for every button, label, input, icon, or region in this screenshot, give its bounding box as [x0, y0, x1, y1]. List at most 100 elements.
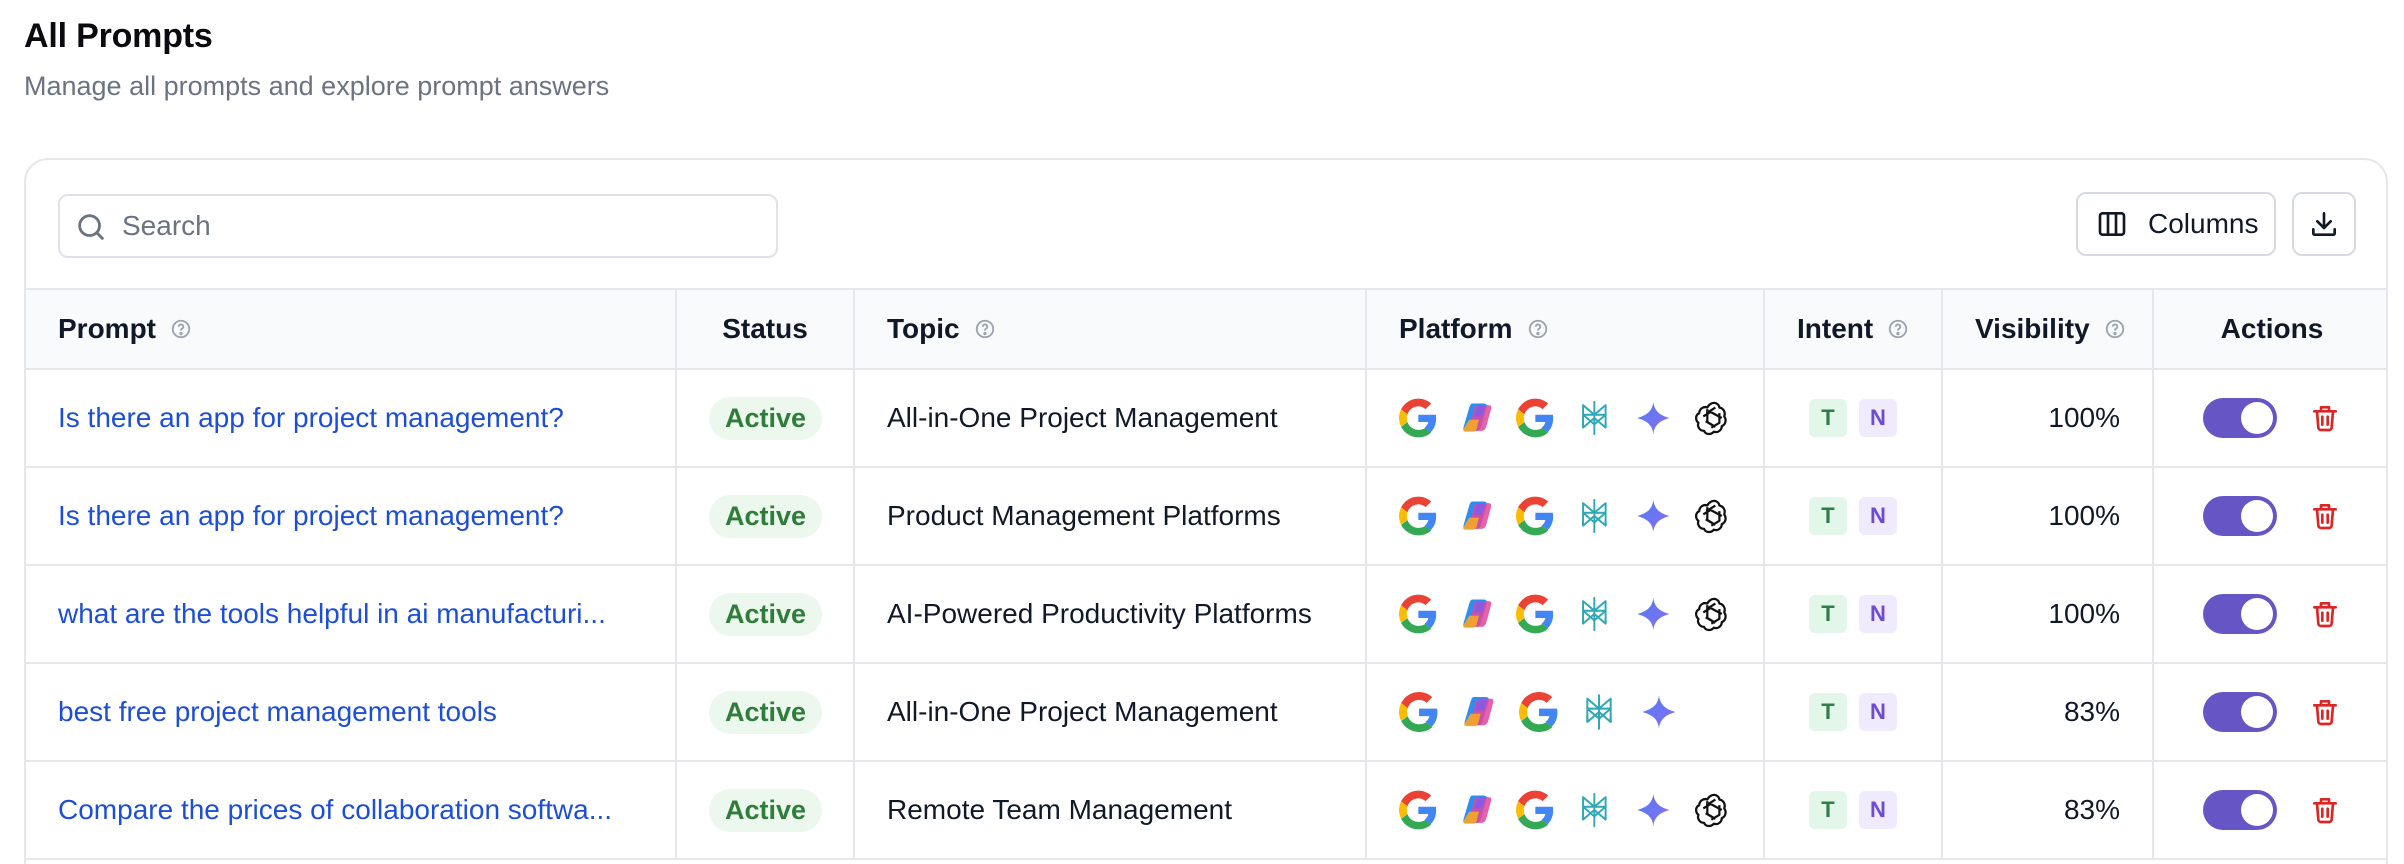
- enable-toggle[interactable]: [2203, 594, 2277, 634]
- copilot-icon: [1458, 790, 1497, 830]
- columns-button[interactable]: Columns: [2076, 192, 2276, 256]
- platform-cell: [1366, 467, 1765, 566]
- table-row[interactable]: Is there an app for project management? …: [26, 369, 2386, 468]
- prompt-link[interactable]: best free project management tools: [58, 696, 643, 728]
- status-badge: Active: [709, 396, 823, 440]
- chatgpt-icon: [1692, 398, 1731, 438]
- perplexity-icon: [1575, 398, 1614, 438]
- prompt-cell: Is there an app for project management?: [26, 467, 677, 566]
- enable-toggle[interactable]: [2203, 790, 2277, 830]
- chatgpt-icon: [1692, 790, 1731, 830]
- visibility-value: 83%: [2063, 794, 2120, 825]
- download-icon: [2312, 212, 2336, 236]
- intent-cell: T N: [1764, 369, 1943, 468]
- intent-cell: T N: [1764, 663, 1943, 762]
- search-input[interactable]: [122, 202, 762, 250]
- trash-icon[interactable]: [2309, 598, 2341, 630]
- intent-cell: T N: [1764, 761, 1943, 860]
- status-badge: Active: [709, 592, 823, 636]
- google-icon: [1399, 692, 1439, 732]
- intent-cell: T N: [1764, 565, 1943, 664]
- column-header-intent[interactable]: Intent: [1764, 288, 1943, 370]
- visibility-cell: 100%: [1942, 467, 2154, 566]
- intent-badge-t: T: [1809, 497, 1847, 535]
- topic-cell: Product Management Platforms: [854, 467, 1367, 566]
- intent-badges: T N: [1797, 693, 1909, 731]
- platform-cell: [1366, 369, 1765, 468]
- toggle-knob: [2241, 794, 2273, 826]
- table-row[interactable]: best free project management tools Activ…: [26, 663, 2386, 762]
- help-circle-icon[interactable]: [170, 318, 192, 340]
- column-header-label: Intent: [1797, 313, 1874, 344]
- visibility-cell: 100%: [1942, 565, 2154, 664]
- prompts-table: Prompt Status Topic Platform Intent Visi…: [26, 288, 2386, 860]
- prompt-link[interactable]: Compare the prices of collaboration soft…: [58, 794, 643, 826]
- google-icon: [1399, 496, 1438, 536]
- help-circle-icon[interactable]: [974, 318, 996, 340]
- platform-icons: [1399, 692, 1731, 732]
- copilot-icon: [1458, 398, 1497, 438]
- column-header-visibility[interactable]: Visibility: [1942, 288, 2154, 370]
- table-row[interactable]: Compare the prices of collaboration soft…: [26, 761, 2386, 860]
- gemini-icon: [1634, 790, 1673, 830]
- help-circle-icon[interactable]: [1887, 318, 1909, 340]
- topic-text: Remote Team Management: [887, 794, 1232, 825]
- table-row[interactable]: what are the tools helpful in ai manufac…: [26, 565, 2386, 664]
- google-icon: [1516, 496, 1555, 536]
- intent-badge-n: N: [1859, 595, 1897, 633]
- gemini-icon: [1634, 398, 1673, 438]
- column-header-prompt[interactable]: Prompt: [26, 288, 677, 370]
- columns-button-label: Columns: [2148, 208, 2259, 239]
- search-box[interactable]: [58, 194, 778, 258]
- trash-icon[interactable]: [2309, 794, 2341, 826]
- status-cell: Active: [676, 369, 855, 468]
- gemini-icon: [1639, 692, 1679, 732]
- column-header-status[interactable]: Status: [676, 288, 855, 370]
- column-header-actions: Actions: [2153, 288, 2386, 370]
- perplexity-icon: [1575, 594, 1614, 634]
- prompt-cell: Compare the prices of collaboration soft…: [26, 761, 677, 860]
- trash-icon[interactable]: [2309, 402, 2341, 434]
- google-icon: [1516, 594, 1555, 634]
- google-icon: [1516, 398, 1555, 438]
- visibility-cell: 83%: [1942, 663, 2154, 762]
- column-header-label: Platform: [1399, 313, 1513, 344]
- enable-toggle[interactable]: [2203, 692, 2277, 732]
- toggle-knob: [2241, 598, 2273, 630]
- intent-badges: T N: [1797, 791, 1909, 829]
- visibility-value: 100%: [2048, 598, 2120, 629]
- intent-badges: T N: [1797, 399, 1909, 437]
- prompt-link[interactable]: Is there an app for project management?: [58, 500, 643, 532]
- prompt-cell: what are the tools helpful in ai manufac…: [26, 565, 677, 664]
- prompt-link[interactable]: Is there an app for project management?: [58, 402, 643, 434]
- intent-badge-t: T: [1809, 595, 1847, 633]
- download-button[interactable]: [2292, 192, 2356, 256]
- intent-cell: T N: [1764, 467, 1943, 566]
- perplexity-icon: [1575, 496, 1614, 536]
- intent-badge-n: N: [1859, 693, 1897, 731]
- help-circle-icon[interactable]: [1527, 318, 1549, 340]
- status-cell: Active: [676, 663, 855, 762]
- prompt-cell: best free project management tools: [26, 663, 677, 762]
- google-icon: [1399, 398, 1438, 438]
- enable-toggle[interactable]: [2203, 496, 2277, 536]
- enable-toggle[interactable]: [2203, 398, 2277, 438]
- visibility-cell: 83%: [1942, 761, 2154, 860]
- intent-badges: T N: [1797, 497, 1909, 535]
- visibility-cell: 100%: [1942, 369, 2154, 468]
- columns-icon: [2098, 212, 2126, 236]
- actions-cell: [2153, 467, 2386, 566]
- table-toolbar: Columns: [26, 160, 2386, 290]
- column-header-topic[interactable]: Topic: [854, 288, 1367, 370]
- prompt-link[interactable]: what are the tools helpful in ai manufac…: [58, 598, 643, 630]
- trash-icon[interactable]: [2309, 696, 2341, 728]
- column-header-platform[interactable]: Platform: [1366, 288, 1765, 370]
- column-header-label: Visibility: [1975, 313, 2090, 344]
- trash-icon[interactable]: [2309, 500, 2341, 532]
- actions-cell: [2153, 369, 2386, 468]
- help-circle-icon[interactable]: [2104, 318, 2126, 340]
- copilot-icon: [1459, 692, 1499, 732]
- search-icon: [78, 214, 104, 240]
- table-row[interactable]: Is there an app for project management? …: [26, 467, 2386, 566]
- prompt-cell: Is there an app for project management?: [26, 369, 677, 468]
